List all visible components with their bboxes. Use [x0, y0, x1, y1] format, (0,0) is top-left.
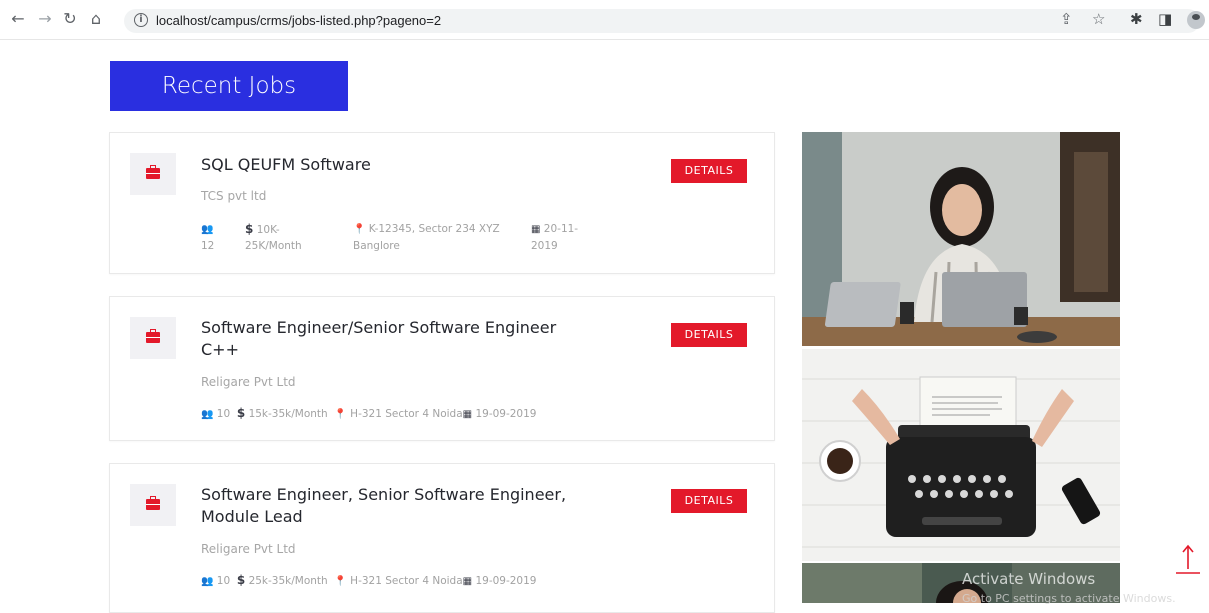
date-value: 19-09-2019 [475, 408, 537, 420]
users-icon: 👥 [201, 576, 214, 587]
details-button[interactable]: DETAILS [671, 323, 747, 347]
salary-value: 10K-25K/Month [245, 224, 302, 252]
back-icon[interactable]: ← [8, 9, 28, 29]
users-icon: 👥 [201, 224, 214, 235]
salary-meta: $ 10K-25K/Month [245, 221, 325, 254]
browser-toolbar: ← → ↻ ⌂ i localhost/campus/crms/jobs-lis… [0, 0, 1209, 40]
bookmark-star-icon[interactable]: ☆ [1092, 10, 1105, 28]
briefcase-icon [146, 329, 160, 343]
job-card: Software Engineer, Senior Software Engin… [109, 463, 775, 613]
office-woman-photo [802, 132, 1120, 346]
job-icon-box [130, 317, 176, 359]
location-meta: 📍 K-12345, Sector 234 XYZ Banglore [353, 221, 513, 254]
profile-avatar[interactable] [1187, 11, 1205, 29]
date-meta: ▦ 20-11-2019 [531, 221, 601, 254]
dollar-icon: $ [245, 222, 254, 236]
reload-icon[interactable]: ↻ [60, 9, 80, 29]
briefcase-icon [146, 165, 160, 179]
calendar-icon: ▦ [531, 224, 541, 235]
map-marker-icon: 📍 [334, 576, 347, 587]
activate-windows-subtitle: Go to PC settings to activate Windows. [962, 592, 1176, 605]
vacancies-meta: 👥 12 [201, 221, 231, 254]
map-marker-icon: 📍 [353, 224, 366, 235]
company-name: TCS pvt ltd [201, 189, 267, 203]
extensions-icon[interactable]: ✱ [1130, 10, 1143, 28]
calendar-icon: ▦ [462, 409, 473, 420]
dollar-icon: $ [236, 406, 246, 420]
company-name: Religare Pvt Ltd [201, 375, 296, 389]
job-card: SQL QEUFM Software TCS pvt ltd DETAILS 👥… [109, 132, 775, 274]
share-icon[interactable]: ⇪ [1060, 10, 1073, 28]
url-text[interactable]: localhost/campus/crms/jobs-listed.php?pa… [156, 13, 441, 28]
address-bar[interactable]: i localhost/campus/crms/jobs-listed.php?… [124, 9, 1200, 33]
job-title[interactable]: Software Engineer/Senior Software Engine… [201, 317, 591, 361]
vacancies-count: 10 [216, 575, 231, 587]
location-value: H-321 Sector 4 Noida [350, 408, 463, 420]
details-button[interactable]: DETAILS [671, 159, 747, 183]
date-value: 19-09-2019 [475, 575, 537, 587]
company-name: Religare Pvt Ltd [201, 542, 296, 556]
map-marker-icon: 📍 [334, 409, 347, 420]
info-icon[interactable]: i [134, 13, 148, 27]
location-value: K-12345, Sector 234 XYZ Banglore [353, 223, 500, 252]
job-icon-box [130, 484, 176, 526]
job-title[interactable]: Software Engineer, Senior Software Engin… [201, 484, 591, 528]
location-value: H-321 Sector 4 Noida [350, 575, 463, 587]
side-panel-icon[interactable]: ◨ [1158, 10, 1172, 28]
dollar-icon: $ [236, 573, 246, 587]
job-meta-row: 👥 10 $ 25k-35k/Month 📍 H-321 Sector 4 No… [201, 572, 536, 590]
vacancies-count: 10 [216, 408, 231, 420]
salary-value: 15k-35k/Month [248, 408, 328, 420]
job-title[interactable]: SQL QEUFM Software [201, 154, 591, 176]
activate-windows-title: Activate Windows [962, 570, 1096, 588]
salary-value: 25k-35k/Month [248, 575, 328, 587]
vacancies-count: 12 [201, 240, 215, 252]
briefcase-icon [146, 496, 160, 510]
recent-jobs-heading: Recent Jobs [110, 61, 348, 111]
details-button[interactable]: DETAILS [671, 489, 747, 513]
job-meta-row: 👥 10 $ 15k-35k/Month 📍 H-321 Sector 4 No… [201, 405, 536, 423]
calendar-icon: ▦ [462, 576, 473, 587]
arrow-up-icon[interactable] [1176, 543, 1200, 575]
job-card: Software Engineer/Senior Software Engine… [109, 296, 775, 441]
job-icon-box [130, 153, 176, 195]
forward-icon[interactable]: → [35, 9, 55, 29]
typewriter-photo [802, 349, 1120, 561]
home-icon[interactable]: ⌂ [86, 9, 106, 29]
users-icon: 👥 [201, 409, 214, 420]
